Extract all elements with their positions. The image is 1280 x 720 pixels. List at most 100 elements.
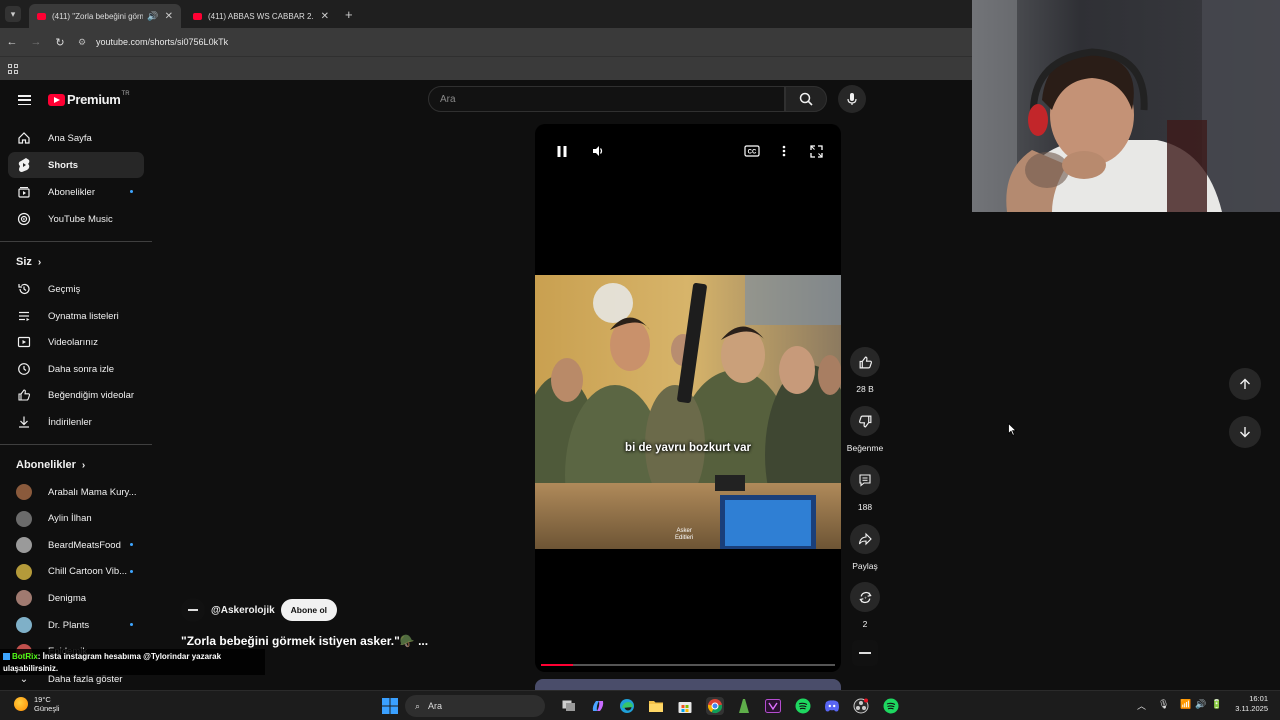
bot-name: BotRix	[12, 652, 38, 661]
discord-icon[interactable]	[823, 697, 841, 715]
channel-avatar	[16, 510, 32, 527]
edge-icon[interactable]	[618, 697, 636, 715]
download-icon	[16, 414, 32, 430]
channel-avatar	[16, 484, 32, 500]
mouse-cursor-icon	[1008, 423, 1017, 436]
new-tab-icon[interactable]: +	[345, 7, 353, 22]
share-button[interactable]: Paylaş	[845, 524, 885, 571]
sidebar-item-home[interactable]: Ana Sayfa	[8, 125, 144, 151]
sidebar-subscription-item[interactable]: Aylin İlhan	[8, 506, 144, 532]
dislike-label: Beğenme	[846, 443, 884, 453]
battery-icon[interactable]: 🔋	[1211, 699, 1222, 710]
youtube-favicon-icon	[193, 12, 202, 20]
taskbar-clock[interactable]: 16:01 3.11.2025	[1228, 694, 1268, 714]
copilot-icon[interactable]	[589, 697, 607, 715]
chevron-right-icon: ›	[81, 459, 86, 471]
site-info-icon[interactable]: ⚙	[78, 37, 90, 47]
obs-icon[interactable]	[852, 697, 870, 715]
like-button[interactable]: 28 B	[845, 347, 885, 394]
video-editor-icon[interactable]	[764, 697, 782, 715]
video-progress-bar[interactable]	[541, 664, 835, 666]
tray-overflow-icon[interactable]: ︿	[1137, 699, 1146, 712]
forward-icon[interactable]: →	[24, 36, 48, 48]
browser-tab-active[interactable]: (411) "Zorla bebeğini görm 🔊 ✕	[29, 4, 181, 28]
microphone-icon[interactable]: 🎙	[1158, 699, 1169, 710]
shorts-player[interactable]: CC bi de yavru bozkurt var Asker Editler…	[535, 124, 841, 672]
sidebar-item-playlists[interactable]: Oynatma listeleri	[8, 303, 144, 329]
sidebar-subscription-item[interactable]: Dr. Plants	[8, 612, 144, 638]
sidebar-you-heading[interactable]: Siz ›	[16, 256, 41, 268]
browser-tab[interactable]: (411) ABBAS WS CABBAR 2. Se ✕	[185, 4, 337, 28]
sidebar-subscription-item[interactable]: BeardMeatsFood	[8, 532, 144, 558]
share-icon	[850, 524, 880, 554]
sidebar-item-shorts[interactable]: Shorts	[8, 152, 144, 178]
windows-start-icon[interactable]	[381, 697, 399, 715]
pause-icon[interactable]	[553, 142, 571, 160]
video-title[interactable]: "Zorla bebeğini görmek istiyen asker."🪖 …	[181, 634, 428, 648]
sidebar-item-liked-videos[interactable]: Beğendiğim videolar	[8, 382, 144, 408]
sidebar-subscription-item[interactable]: Denigma	[8, 585, 144, 611]
sidebar-item-label: Shorts	[48, 159, 79, 171]
channel-name[interactable]: @Askerolojik	[211, 605, 275, 616]
sidebar-item-watch-later[interactable]: Daha sonra izle	[8, 356, 144, 382]
spotify-icon[interactable]	[882, 697, 900, 715]
chrome-icon[interactable]	[706, 697, 724, 715]
previous-short-button[interactable]	[1229, 368, 1261, 400]
youtube-premium-logo[interactable]: Premium TR	[48, 91, 130, 107]
sidebar-subscription-item[interactable]: Arabalı Mama Kury...	[8, 479, 144, 505]
wifi-icon[interactable]: 📶	[1180, 699, 1191, 710]
sidebar-subscriptions-heading[interactable]: Abonelikler ›	[16, 459, 85, 471]
sidebar-item-downloads[interactable]: İndirilenler	[8, 409, 144, 435]
url-text: youtube.com/shorts/si0756L0kTk	[96, 37, 229, 47]
dislike-button[interactable]: Beğenme	[845, 406, 885, 453]
tab-list-button[interactable]: ▾	[5, 6, 21, 22]
close-tab-icon[interactable]: ✕	[321, 11, 329, 22]
arrow-up-icon	[1240, 378, 1250, 389]
sidebar-item-history[interactable]: Geçmiş	[8, 276, 144, 302]
section-title: Siz	[16, 256, 32, 268]
store-icon[interactable]	[676, 697, 694, 715]
search-input[interactable]: Ara	[428, 86, 785, 112]
speaker-icon[interactable]: 🔊	[147, 11, 158, 22]
weather-widget[interactable]: 19°C Güneşli	[14, 695, 59, 713]
music-icon	[16, 211, 32, 227]
fullscreen-icon[interactable]	[807, 142, 825, 160]
sound-thumbnail[interactable]	[852, 640, 878, 666]
search-button[interactable]	[785, 86, 827, 112]
sidebar-item-label: Geçmiş	[48, 283, 81, 295]
sidebar-subscription-item[interactable]: Chill Cartoon Vib...	[8, 559, 144, 585]
task-view-icon[interactable]	[560, 697, 578, 715]
url-field[interactable]: ⚙ youtube.com/shorts/si0756L0kTk	[78, 31, 978, 53]
sidebar-item-subscriptions[interactable]: Abonelikler	[8, 179, 144, 205]
remix-button[interactable]: + 2	[845, 582, 885, 629]
clock-time: 16:01	[1249, 694, 1268, 703]
channel-avatar[interactable]	[181, 598, 205, 622]
reload-icon[interactable]: ↻	[48, 36, 72, 49]
more-options-icon[interactable]	[775, 142, 793, 160]
menu-icon[interactable]	[18, 95, 31, 105]
sidebar-item-your-videos[interactable]: Videolarınız	[8, 329, 144, 355]
sidebar-item-youtube-music[interactable]: YouTube Music	[8, 206, 144, 232]
voice-search-button[interactable]	[838, 85, 866, 113]
close-tab-icon[interactable]: ✕	[165, 11, 173, 22]
home-icon	[16, 130, 32, 146]
captions-icon[interactable]: CC	[743, 142, 761, 160]
new-content-dot	[130, 543, 133, 547]
volume-icon[interactable]	[589, 142, 607, 160]
remix-icon: +	[850, 582, 880, 612]
like-count: 28 B	[856, 384, 874, 394]
comments-button[interactable]: 188	[845, 465, 885, 512]
apps-grid-icon[interactable]	[8, 63, 18, 74]
volume-icon[interactable]: 🔊	[1195, 699, 1206, 710]
spotify-icon[interactable]	[794, 697, 812, 715]
back-icon[interactable]: ←	[0, 36, 24, 48]
app-icon[interactable]	[735, 697, 753, 715]
next-short-button[interactable]	[1229, 416, 1261, 448]
file-explorer-icon[interactable]	[647, 697, 665, 715]
sidebar-item-label: İndirilenler	[48, 416, 92, 428]
sun-icon	[14, 697, 28, 711]
subscribe-button[interactable]: Abone ol	[280, 599, 338, 621]
watermark-line: Asker	[676, 528, 692, 534]
taskbar-search[interactable]: ⌕ Ara	[405, 695, 545, 717]
channel-avatar	[16, 537, 32, 554]
